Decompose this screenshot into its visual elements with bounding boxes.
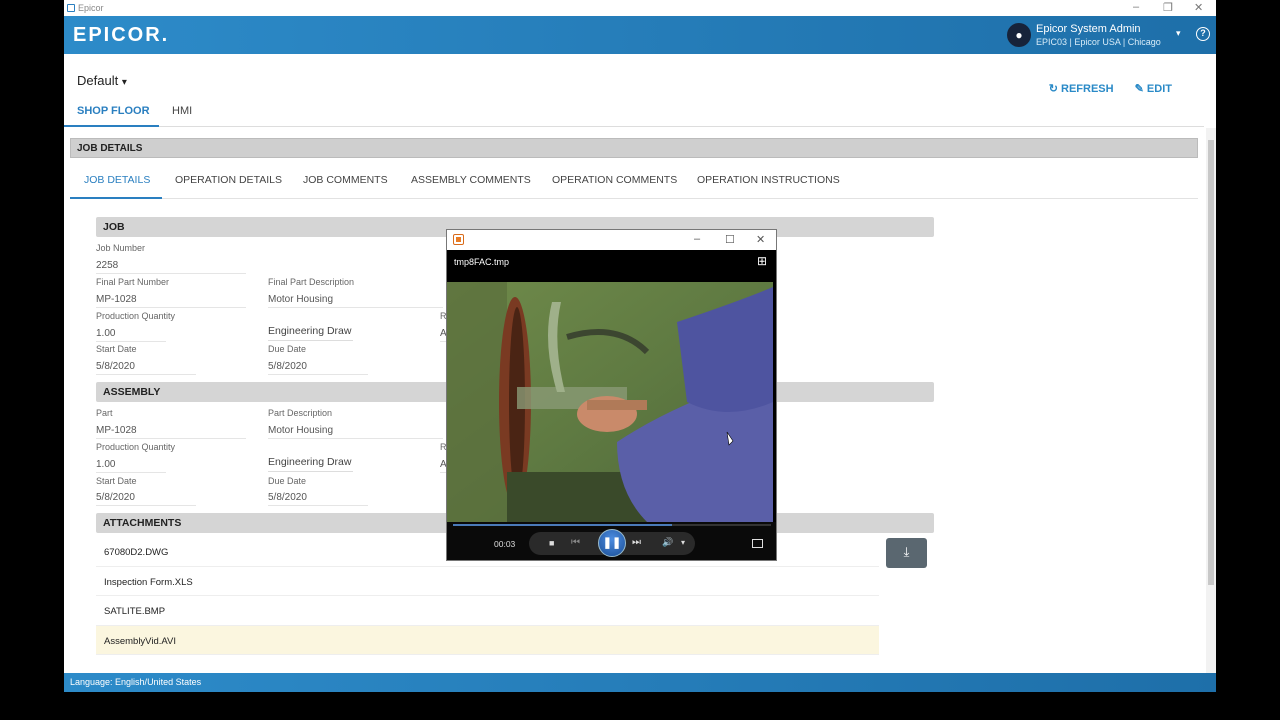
asm-start-date-field[interactable]: 5/8/2020 [96,492,196,506]
start-date-label: Start Date [96,344,137,354]
tab-operation-details[interactable]: OPERATION DETAILS [175,174,282,186]
video-frame[interactable] [447,282,773,522]
due-date-field[interactable]: 5/8/2020 [268,361,368,375]
seek-bar[interactable] [453,524,771,526]
tab-operation-instructions[interactable]: OPERATION INSTRUCTIONS [697,174,840,186]
asm-due-date-label: Due Date [268,476,307,486]
language-status: Language: English/United States [70,677,202,687]
job-details-header: JOB DETAILS [70,138,1198,158]
prod-qty-field[interactable]: 1.00 [96,328,166,342]
user-context: EPIC03 | Epicor USA | Chicago [1036,37,1161,47]
volume-caret-icon[interactable]: ▾ [681,538,685,547]
final-desc-field[interactable]: Motor Housing [268,294,443,308]
tab-shop-floor[interactable]: SHOP FLOOR [77,105,150,117]
restore-button[interactable]: ❐ [1163,1,1173,14]
mp-maximize-button[interactable]: ☐ [725,233,735,246]
media-player-title-bar: – ☐ ✕ [447,230,776,250]
asm-start-date-label: Start Date [96,476,137,486]
epicor-logo: EPICOR. [73,24,170,46]
previous-icon[interactable]: ⏮ [571,537,580,548]
prod-qty-label: Production Quantity [96,311,176,321]
edit-button[interactable]: ✎ EDIT [1135,83,1172,95]
media-player-window[interactable]: – ☐ ✕ tmp8FAC.tmp ⊞ 00:03 ■ ⏮ ❚❚ ⏭ 🔊 ▾ [446,229,777,561]
switch-to-library-icon[interactable]: ⊞ [757,254,767,268]
media-file-name: tmp8FAC.tmp [454,257,510,267]
attachment-row[interactable]: SATLITE.BMP [96,596,879,626]
part-field[interactable]: MP-1028 [96,425,246,439]
switch-to-now-playing-icon[interactable] [752,539,763,548]
part-desc-label: Part Description [268,408,333,418]
part-label: Part [96,408,113,418]
user-avatar-icon[interactable]: ● [1007,23,1031,47]
eng-draw-field[interactable]: Engineering Draw [268,325,353,341]
asm-prod-qty-label: Production Quantity [96,442,176,452]
part-desc-field[interactable]: Motor Housing [268,425,443,439]
pause-icon: ❚❚ [602,537,622,549]
app-header: EPICOR. ● Epicor System Admin EPIC03 | E… [64,16,1216,54]
active-tab-indicator [64,125,159,127]
app-icon [67,4,75,12]
detail-tabs: JOB DETAILS OPERATION DETAILS JOB COMMEN… [70,163,1198,199]
page-actions: ↻ REFRESH ✎ EDIT [1031,82,1172,95]
volume-icon[interactable]: 🔊 [662,537,673,548]
final-part-label: Final Part Number [96,277,170,287]
asm-due-date-field[interactable]: 5/8/2020 [268,492,368,506]
media-player-icon [453,234,464,245]
scrollbar-thumb[interactable] [1208,140,1214,585]
active-subtab-indicator [70,197,162,199]
seek-bar-progress [453,524,673,526]
mp-minimize-button[interactable]: – [694,233,700,245]
top-tabs: SHOP FLOOR HMI [64,95,1204,127]
mp-close-button[interactable]: ✕ [756,233,765,246]
media-controls: 00:03 ■ ⏮ ❚❚ ⏭ 🔊 ▾ [447,522,776,560]
asm-eng-draw-field[interactable]: Engineering Draw [268,456,353,472]
asm-prod-qty-field[interactable]: 1.00 [96,459,166,473]
user-name[interactable]: Epicor System Admin [1036,23,1141,35]
layout-name: Default [77,73,119,88]
start-date-field[interactable]: 5/8/2020 [96,361,196,375]
job-number-field[interactable]: 2258 [96,260,246,274]
pause-button[interactable]: ❚❚ [598,529,626,557]
chevron-down-icon[interactable]: ▾ [1176,28,1181,39]
tab-job-comments[interactable]: JOB COMMENTS [303,174,388,186]
caret-down-icon: ▾ [121,77,127,88]
status-bar: Language: English/United States [64,673,1216,692]
refresh-button[interactable]: ↻ REFRESH [1049,83,1114,95]
minimize-button[interactable]: – [1133,1,1139,13]
stop-icon[interactable]: ■ [549,538,554,548]
job-number-label: Job Number [96,243,146,253]
vertical-scrollbar[interactable] [1206,128,1216,673]
final-desc-label: Final Part Description [268,277,355,287]
close-button[interactable]: ✕ [1194,1,1203,14]
help-icon[interactable]: ? [1196,27,1210,41]
tab-hmi[interactable]: HMI [172,105,192,117]
download-icon: ⤓ [903,544,910,559]
window-title: Epicor [78,3,104,13]
final-part-field[interactable]: MP-1028 [96,294,246,308]
attachment-row[interactable]: Inspection Form.XLS [96,567,879,596]
attachment-row-selected[interactable]: AssemblyVid.AVI [96,625,879,655]
tab-assembly-comments[interactable]: ASSEMBLY COMMENTS [411,174,531,186]
due-date-label: Due Date [268,344,307,354]
tab-job-details[interactable]: JOB DETAILS [84,174,150,186]
layout-selector[interactable]: Default ▾ [77,73,127,88]
next-icon[interactable]: ⏭ [632,537,641,548]
download-button[interactable]: ⤓ [886,538,927,568]
tab-operation-comments[interactable]: OPERATION COMMENTS [552,174,677,186]
elapsed-time: 00:03 [494,539,516,549]
window-title-bar: Epicor – ❐ ✕ [64,0,1216,16]
